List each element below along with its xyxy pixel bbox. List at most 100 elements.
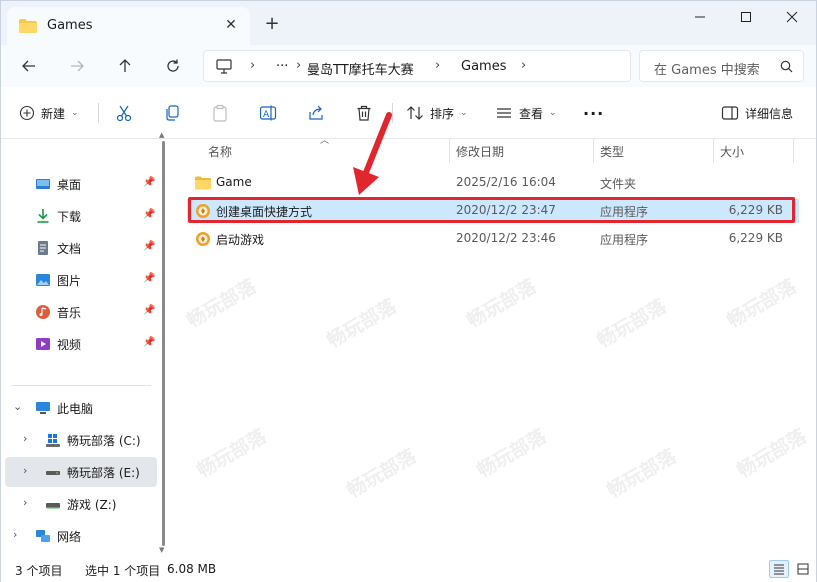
tiles-view-button[interactable] bbox=[793, 560, 813, 578]
annotation-arrow-icon bbox=[353, 112, 392, 195]
breadcrumb-item[interactable]: 曼岛TT摩托车大赛 bbox=[307, 59, 414, 78]
sidebar-item-label: 游戏 (Z:) bbox=[67, 498, 117, 512]
pin-icon[interactable]: 📌 bbox=[143, 209, 155, 220]
more-icon: ··· bbox=[583, 103, 605, 123]
watermark-icon: 畅玩部落 bbox=[603, 445, 681, 503]
chevron-right-icon[interactable]: › bbox=[13, 528, 17, 541]
chevron-right-icon[interactable]: › bbox=[250, 58, 255, 73]
copy-icon bbox=[166, 105, 179, 121]
divider bbox=[11, 385, 151, 386]
sidebar-item-desktop[interactable]: 桌面 📌 bbox=[5, 169, 157, 199]
new-tab-button[interactable]: + bbox=[261, 13, 283, 35]
scroll-down-arrow-icon[interactable]: ▼ bbox=[159, 546, 164, 554]
details-button[interactable]: 详细信息 bbox=[721, 101, 793, 125]
tiles-view-icon bbox=[797, 563, 809, 575]
download-icon bbox=[37, 209, 49, 223]
column-divider[interactable] bbox=[593, 139, 594, 163]
chevron-right-icon[interactable]: › bbox=[521, 58, 526, 73]
sidebar-item-label: 畅玩部落 (C:) bbox=[67, 434, 141, 448]
file-date: 2025/2/16 16:04 bbox=[456, 175, 556, 189]
close-tab-button[interactable]: ✕ bbox=[222, 16, 240, 34]
column-header-size[interactable]: 大小 bbox=[720, 143, 744, 167]
chevron-right-icon[interactable]: › bbox=[296, 58, 301, 73]
paste-button[interactable] bbox=[211, 101, 229, 125]
sidebar-item-this-pc[interactable]: ⌄ 此电脑 bbox=[5, 393, 157, 423]
pin-icon[interactable]: 📌 bbox=[143, 273, 155, 284]
column-divider[interactable] bbox=[449, 139, 450, 163]
sort-button[interactable]: 排序 ⌄ bbox=[406, 101, 468, 125]
watermark-icon: 畅玩部落 bbox=[323, 295, 401, 353]
arrow-left-icon bbox=[22, 60, 35, 72]
desktop-icon bbox=[36, 179, 50, 189]
sidebar-item-network[interactable]: › 网络 bbox=[5, 521, 157, 551]
chevron-right-icon[interactable]: › bbox=[435, 58, 440, 73]
chevron-down-icon[interactable]: ⌄ bbox=[13, 400, 22, 413]
sidebar-item-label: 下载 bbox=[57, 210, 82, 224]
sidebar-item-label: 图片 bbox=[57, 274, 82, 288]
sidebar-item-drive-c[interactable]: › 畅玩部落 (C:) bbox=[5, 425, 157, 455]
sidebar-item-pictures[interactable]: 图片 📌 bbox=[5, 265, 157, 295]
file-row[interactable]: 启动游戏 2020/12/2 23:46 应用程序 6,229 KB bbox=[187, 227, 799, 251]
app-icon bbox=[196, 232, 210, 246]
pin-icon[interactable]: 📌 bbox=[143, 177, 155, 188]
chevron-right-icon[interactable]: › bbox=[23, 464, 27, 477]
file-row[interactable]: Game 2025/2/16 16:04 文件夹 bbox=[187, 171, 799, 195]
column-divider[interactable] bbox=[793, 139, 794, 163]
command-bar: 新建 ⌄ A 排序 ⌄ 查看 ⌄ ··· 详细信息 bbox=[1, 87, 816, 139]
view-icon bbox=[497, 108, 511, 118]
computer-icon bbox=[36, 402, 50, 414]
more-button[interactable]: ··· bbox=[583, 101, 604, 125]
sidebar-item-downloads[interactable]: 下载 📌 bbox=[5, 201, 157, 231]
minimize-icon bbox=[695, 16, 705, 18]
up-button[interactable] bbox=[111, 53, 139, 79]
details-view-button[interactable] bbox=[769, 560, 789, 578]
sidebar-scrollbar[interactable] bbox=[162, 141, 165, 546]
share-button[interactable] bbox=[307, 101, 325, 125]
column-header-name[interactable]: 名称 bbox=[208, 143, 232, 167]
refresh-button[interactable] bbox=[159, 53, 187, 79]
pin-icon[interactable]: 📌 bbox=[143, 337, 155, 348]
minimize-button[interactable] bbox=[677, 1, 723, 33]
address-bar[interactable]: › ··· › 曼岛TT摩托车大赛 › Games › bbox=[203, 50, 631, 82]
refresh-icon bbox=[167, 59, 179, 72]
selection-count: 选中 1 个项目 bbox=[85, 564, 161, 578]
maximize-button[interactable] bbox=[723, 1, 769, 33]
breadcrumb-item[interactable]: Games bbox=[461, 59, 506, 74]
new-button[interactable]: 新建 ⌄ bbox=[19, 101, 79, 125]
back-button[interactable] bbox=[15, 53, 43, 79]
scroll-up-arrow-icon[interactable]: ▲ bbox=[159, 131, 164, 139]
copy-button[interactable] bbox=[163, 101, 181, 125]
folder-icon bbox=[195, 176, 211, 190]
chevron-right-icon[interactable]: › bbox=[23, 432, 27, 445]
status-bar: 3 个项目 选中 1 个项目 6.08 MB bbox=[1, 557, 816, 582]
pin-icon[interactable]: 📌 bbox=[143, 241, 155, 252]
view-button[interactable]: 查看 ⌄ bbox=[495, 101, 557, 125]
cut-button[interactable] bbox=[115, 101, 133, 125]
chevron-down-icon: ⌄ bbox=[460, 108, 468, 118]
navigation-pane: 桌面 📌 下载 📌 文档 📌 图片 📌 音乐 📌 视频 📌 ⌄ 此电脑 › 畅玩… bbox=[1, 139, 171, 557]
sidebar-item-videos[interactable]: 视频 📌 bbox=[5, 329, 157, 359]
breadcrumb-ellipsis[interactable]: ··· bbox=[276, 59, 288, 74]
pin-icon[interactable]: 📌 bbox=[143, 305, 155, 316]
sidebar-item-documents[interactable]: 文档 📌 bbox=[5, 233, 157, 263]
sidebar-item-label: 音乐 bbox=[57, 306, 82, 320]
rename-button[interactable]: A bbox=[259, 101, 277, 125]
close-window-button[interactable] bbox=[769, 1, 815, 33]
forward-button[interactable] bbox=[63, 53, 91, 79]
sort-label: 排序 bbox=[430, 106, 455, 121]
new-label: 新建 bbox=[41, 106, 66, 121]
file-type: 文件夹 bbox=[600, 177, 637, 191]
search-box[interactable]: 在 Games 中搜索 bbox=[639, 50, 804, 82]
music-icon bbox=[36, 305, 50, 319]
column-divider[interactable] bbox=[713, 139, 714, 163]
column-header-date[interactable]: 修改日期 bbox=[456, 143, 504, 167]
chevron-right-icon[interactable]: › bbox=[23, 496, 27, 509]
sidebar-item-music[interactable]: 音乐 📌 bbox=[5, 297, 157, 327]
column-header-type[interactable]: 类型 bbox=[600, 143, 624, 167]
watermark-icon: 畅玩部落 bbox=[593, 295, 671, 353]
windows-drive-icon bbox=[46, 434, 60, 447]
chevron-down-icon: ⌄ bbox=[549, 108, 557, 118]
tab-games[interactable]: Games ✕ bbox=[7, 7, 250, 45]
sidebar-item-drive-e[interactable]: › 畅玩部落 (E:) bbox=[5, 457, 157, 487]
sidebar-item-drive-z[interactable]: › 游戏 (Z:) bbox=[5, 489, 157, 519]
